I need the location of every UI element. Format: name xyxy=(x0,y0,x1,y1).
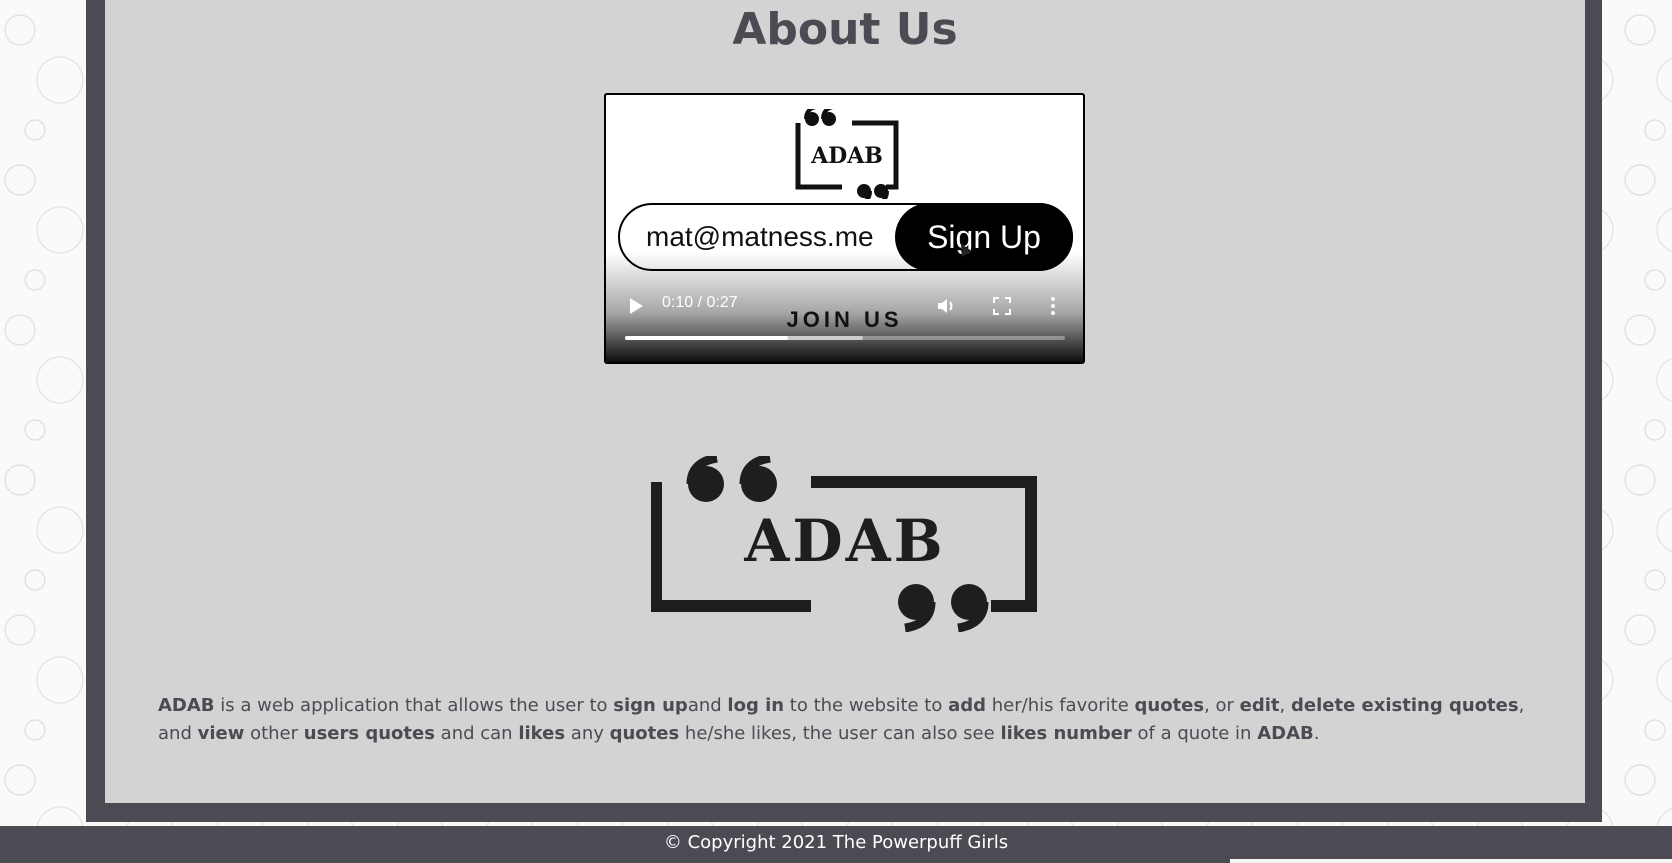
more-options-icon[interactable] xyxy=(1050,296,1056,316)
description-text: of a quote in xyxy=(1131,723,1258,744)
page-title: About Us xyxy=(732,4,958,55)
description-text: any xyxy=(565,723,610,744)
description-text: , or xyxy=(1204,695,1240,716)
video-time: 0:10 / 0:27 xyxy=(662,294,738,311)
video-player[interactable]: ADAB mat@matness.me Sign Up JOIN US 0:10… xyxy=(604,93,1085,364)
description-text: her/his favorite xyxy=(986,695,1135,716)
description-text: and can xyxy=(434,723,519,744)
video-logo-text: ADAB xyxy=(810,143,883,169)
adab-logo: ADAB xyxy=(651,456,1037,632)
video-email-text: mat@matness.me xyxy=(646,221,874,252)
description-emphasis: delete existing quotes xyxy=(1291,695,1519,716)
about-description: ADAB is a web application that allows th… xyxy=(158,692,1548,748)
description-emphasis: edit xyxy=(1239,695,1280,716)
description-emphasis: likes number xyxy=(1000,723,1132,744)
video-progress-bar[interactable] xyxy=(625,336,1065,340)
description-text: to the website to xyxy=(784,695,949,716)
description-emphasis: quotes xyxy=(1134,695,1205,716)
description-emphasis: ADAB xyxy=(158,695,215,716)
description-emphasis: likes xyxy=(518,723,566,744)
fullscreen-icon[interactable] xyxy=(993,297,1011,315)
play-icon[interactable] xyxy=(630,298,643,314)
adab-logo-icon: ADAB xyxy=(795,109,899,199)
description-emphasis: log in xyxy=(727,695,785,716)
footer: © Copyright 2021 The Powerpuff Girls xyxy=(0,826,1672,863)
copyright-text: © Copyright 2021 The Powerpuff Girls xyxy=(663,832,1009,853)
about-panel: About Us ADAB mat@matness.me Sign Up JOI… xyxy=(105,0,1585,803)
description-text: and xyxy=(687,695,728,716)
footer-divider xyxy=(1230,859,1672,863)
description-text: other xyxy=(244,723,304,744)
page: { "page": { "title": "About Us" }, "vide… xyxy=(0,0,1672,863)
volume-icon[interactable] xyxy=(936,296,956,316)
description-text: is a web application that allows the use… xyxy=(214,695,614,716)
description-text: . xyxy=(1313,723,1320,744)
description-emphasis: quotes xyxy=(609,723,680,744)
video-played xyxy=(625,336,788,340)
logo-text: ADAB xyxy=(743,507,945,575)
description-text: , xyxy=(1279,695,1291,716)
video-controls: 0:10 / 0:27 xyxy=(606,282,1083,362)
description-emphasis: sign up xyxy=(613,695,688,716)
description-emphasis: add xyxy=(948,695,987,716)
description-text: he/she likes, the user can also see xyxy=(679,723,1001,744)
description-emphasis: ADAB xyxy=(1257,723,1314,744)
description-emphasis: users quotes xyxy=(303,723,435,744)
description-emphasis: view xyxy=(197,723,245,744)
